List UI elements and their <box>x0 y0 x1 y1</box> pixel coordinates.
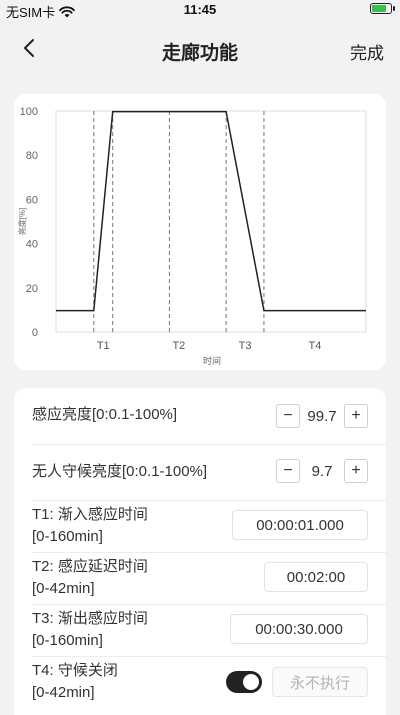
t2-label: T2: 感应延迟时间 [0-42min] <box>32 556 148 600</box>
decrease-button[interactable]: − <box>276 404 300 428</box>
sensing-brightness-value[interactable]: 99.7 <box>300 408 344 425</box>
increase-button[interactable]: + <box>344 459 368 483</box>
t3-time-input[interactable]: 00:00:30.000 <box>230 614 368 644</box>
standby-brightness-label: 无人守候亮度[0:0.1-100%] <box>32 463 208 480</box>
sensing-brightness-label: 感应亮度[0:0.1-100%] <box>32 406 178 423</box>
t1-title: T1: 渐入感应时间 <box>32 506 148 523</box>
t1-row: T1: 渐入感应时间 [0-160min] 00:00:01.000 <box>32 500 386 553</box>
brightness-chart: 0 20 40 60 80 100 亮度[%] T1 T2 T3 T4 时间 <box>17 106 367 366</box>
y-tick-label: 40 <box>26 239 38 251</box>
status-bar: 无SIM卡 11:45 <box>0 0 400 20</box>
standby-brightness-value[interactable]: 9.7 <box>300 463 344 480</box>
t1-time-input[interactable]: 00:00:01.000 <box>232 510 368 540</box>
standby-off-toggle[interactable] <box>226 671 262 693</box>
y-tick-label: 60 <box>26 194 38 206</box>
brightness-series-line <box>56 110 366 312</box>
t4-time-input: 永不执行 <box>272 667 368 697</box>
x-axis-label: 时间 <box>203 355 221 366</box>
phase-label: T1 <box>97 340 110 352</box>
t3-label: T3: 渐出感应时间 [0-160min] <box>32 608 148 652</box>
t3-title: T3: 渐出感应时间 <box>32 610 148 627</box>
status-time: 11:45 <box>183 2 217 17</box>
t1-label: T1: 渐入感应时间 [0-160min] <box>32 504 148 548</box>
t3-row: T3: 渐出感应时间 [0-160min] 00:00:30.000 <box>32 604 386 657</box>
increase-button[interactable]: + <box>344 404 368 428</box>
t4-title: T4: 守候关闭 <box>32 662 118 679</box>
settings-card: 感应亮度[0:0.1-100%] − 99.7 + 无人守候亮度[0:0.1-1… <box>14 388 386 715</box>
chevron-left-icon[interactable] <box>18 36 42 60</box>
sensing-brightness-stepper: − 99.7 + <box>276 404 368 428</box>
battery-icon <box>370 3 395 14</box>
t2-time-input[interactable]: 00:02:00 <box>264 562 368 592</box>
battery-fill <box>372 5 387 12</box>
phase-label: T3 <box>239 340 252 352</box>
t4-label: T4: 守候关闭 [0-42min] <box>32 660 118 704</box>
decrease-button[interactable]: − <box>276 459 300 483</box>
standby-brightness-row: 无人守候亮度[0:0.1-100%] − 9.7 + <box>32 444 386 501</box>
phase-label: T4 <box>309 340 322 352</box>
standby-brightness-stepper: − 9.7 + <box>276 459 368 483</box>
t3-range: [0-160min] <box>32 632 103 649</box>
t2-title: T2: 感应延迟时间 <box>32 558 148 575</box>
navigation-bar: 走廊功能 完成 <box>0 28 400 72</box>
brightness-chart-card: 0 20 40 60 80 100 亮度[%] T1 T2 T3 T4 时间 <box>14 94 386 370</box>
t4-row: T4: 守候关闭 [0-42min] 永不执行 <box>32 656 386 712</box>
t1-range: [0-160min] <box>32 528 103 545</box>
y-axis-label: 亮度[%] <box>17 208 27 236</box>
toggle-knob <box>243 674 259 690</box>
t4-range: [0-42min] <box>32 684 95 701</box>
phase-label: T2 <box>172 340 185 352</box>
y-tick-label: 80 <box>26 150 38 162</box>
y-tick-label: 100 <box>20 106 38 118</box>
t2-row: T2: 感应延迟时间 [0-42min] 00:02:00 <box>32 552 386 605</box>
y-tick-label: 0 <box>32 327 38 339</box>
page-title: 走廊功能 <box>161 43 238 64</box>
y-tick-label: 20 <box>26 283 38 295</box>
t2-range: [0-42min] <box>32 580 95 597</box>
sensing-brightness-row: 感应亮度[0:0.1-100%] − 99.7 + <box>32 388 386 445</box>
done-button[interactable]: 完成 <box>350 39 384 64</box>
